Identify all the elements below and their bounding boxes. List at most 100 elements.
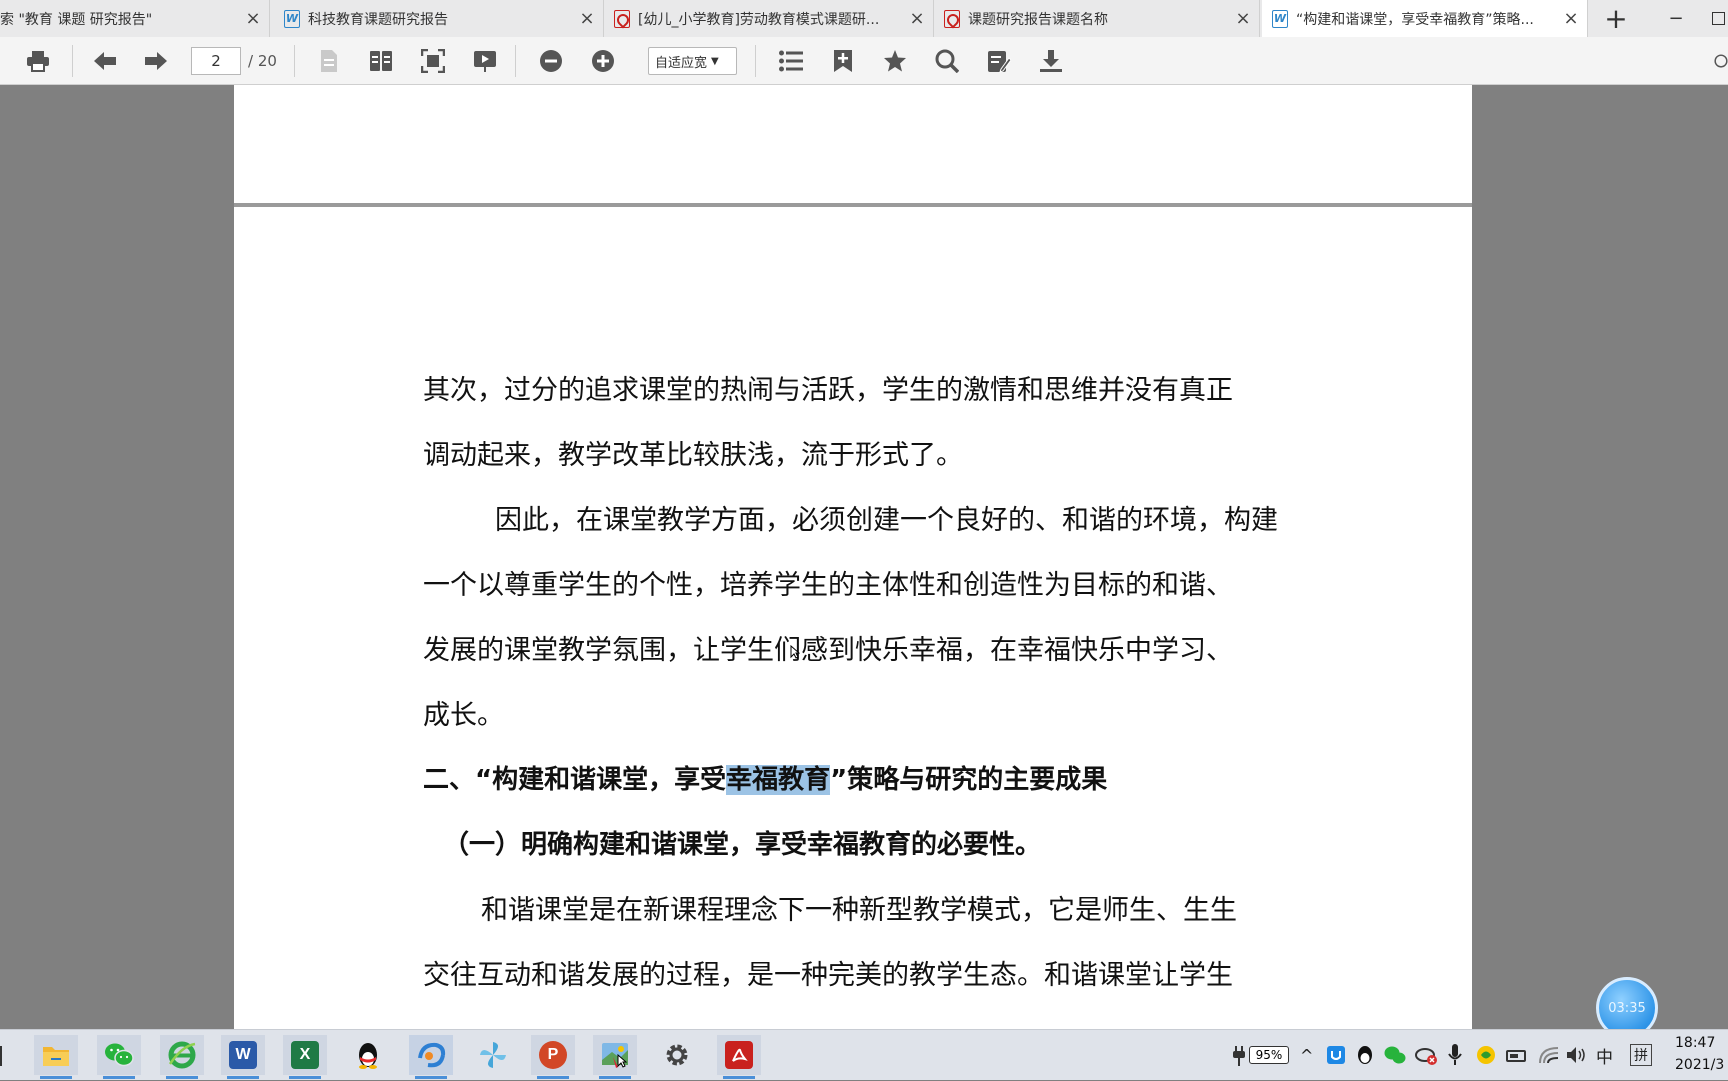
word-doc-icon: W [1272, 9, 1288, 28]
word-doc-icon: W [284, 9, 300, 28]
zoom-out-button[interactable] [535, 46, 567, 76]
taskbar-app-file-explorer[interactable] [34, 1035, 78, 1079]
new-tab-button[interactable]: + [1596, 0, 1636, 37]
bookmark-button[interactable] [879, 46, 911, 76]
print-button[interactable] [22, 46, 54, 76]
taskbar-app-powerpoint[interactable]: P [531, 1035, 575, 1079]
wifi-icon[interactable] [1538, 1046, 1560, 1064]
print-icon [27, 51, 49, 72]
page-number-input[interactable] [191, 47, 241, 75]
pdf-icon [944, 9, 960, 28]
heading-text: 二、“构建和谐课堂，享受 [423, 765, 727, 795]
microphone-icon[interactable] [1448, 1043, 1462, 1067]
maximize-button[interactable] [1708, 0, 1728, 37]
tab-document[interactable]: W 科技教育课题研究报告 × [274, 0, 604, 37]
volume-icon[interactable] [1566, 1046, 1588, 1064]
running-indicator [537, 1076, 569, 1079]
user-account-button[interactable] [1714, 46, 1728, 76]
text-line: 发展的课堂教学氛围，让学生们感到快乐幸福，在幸福快乐中学习、 [423, 635, 1233, 666]
battery-indicator[interactable]: 95% [1249, 1046, 1289, 1064]
annotate-button[interactable] [983, 46, 1015, 76]
text-line: 一个以尊重学生的个性，培养学生的主体性和创造性为目标的和谐、 [423, 570, 1233, 601]
taskbar-app-wechat[interactable] [97, 1035, 141, 1079]
folder-icon [43, 1047, 69, 1066]
security-shield-icon[interactable] [1326, 1045, 1346, 1065]
taskbar-app-pdf-reader[interactable] [717, 1035, 761, 1079]
text-line: 其次，过分的追求课堂的热闹与活跃，学生的激情和思维并没有真正 [423, 375, 1233, 406]
ime-mode-indicator[interactable]: 拼 [1630, 1044, 1652, 1066]
download-button[interactable] [1035, 46, 1067, 76]
tab-label: 索 "教育 课题 研究报告" [0, 11, 153, 28]
tab-label: [幼儿_小学教育]劳动教育模式课题研... [638, 11, 880, 28]
taskbar-app-paint[interactable] [593, 1035, 637, 1079]
powerpoint-icon: P [539, 1041, 567, 1069]
fit-page-icon [421, 49, 445, 73]
zoom-select-value: 自适应宽 [655, 55, 708, 71]
present-button[interactable] [469, 46, 501, 76]
tab-document[interactable]: 课题研究报告课题名称 × [934, 0, 1260, 37]
taskbar-app-settings[interactable] [655, 1035, 699, 1075]
ie-browser-icon [168, 1041, 196, 1069]
outline-button[interactable] [775, 46, 807, 76]
pinwheel-icon [480, 1042, 506, 1068]
download-icon [1040, 50, 1062, 72]
zoom-out-icon [540, 50, 562, 72]
taskbar-app-ie-browser[interactable] [160, 1035, 204, 1079]
close-icon[interactable]: × [909, 8, 925, 29]
close-icon[interactable]: × [1235, 8, 1251, 29]
tray-overflow-chevron-up-icon[interactable]: ^ [1300, 1030, 1313, 1081]
text-selection-highlight[interactable]: 幸福教育 [726, 765, 831, 795]
sync-app-icon[interactable] [1476, 1045, 1496, 1065]
document-viewport[interactable]: 其次，过分的追求课堂的热闹与活跃，学生的激情和思维并没有真正 调动起来，教学改革… [0, 85, 1728, 1029]
search-icon [935, 49, 959, 73]
zoom-in-button[interactable] [587, 46, 619, 76]
qq-penguin-icon [359, 1043, 377, 1069]
excel-icon: X [291, 1041, 319, 1069]
toolbar-divider [515, 45, 516, 77]
taskbar-app-excel[interactable]: X [283, 1035, 327, 1079]
running-indicator [103, 1076, 135, 1079]
prev-page-icon [94, 52, 116, 70]
outline-icon [779, 50, 803, 72]
add-bookmark-button[interactable] [827, 46, 859, 76]
text-line: 和谐课堂是在新课程理念下一种新型教学模式，它是师生、生生 [481, 895, 1237, 926]
zoom-select[interactable]: 自适应宽 ▼ [648, 47, 737, 75]
text-line: 因此，在课堂教学方面，必须创建一个良好的、和谐的环境，构建 [495, 505, 1278, 536]
tab-document[interactable]: [幼儿_小学教育]劳动教育模式课题研... × [604, 0, 934, 37]
fit-page-button[interactable] [417, 46, 449, 76]
power-plug-icon [1233, 1046, 1245, 1066]
network-disconnected-icon[interactable] [1414, 1045, 1438, 1065]
close-icon[interactable]: × [1563, 8, 1579, 29]
close-icon[interactable]: × [245, 8, 261, 29]
running-indicator [289, 1076, 321, 1079]
tab-label: “构建和谐课堂，享受幸福教育”策略... [1296, 11, 1534, 28]
present-icon [474, 51, 496, 72]
taskbar-app-qq[interactable] [346, 1035, 390, 1075]
single-page-button[interactable] [313, 46, 345, 76]
taskbar-app-active-browser[interactable] [409, 1035, 453, 1079]
tab-label: 科技教育课题研究报告 [308, 11, 448, 28]
running-indicator [227, 1076, 259, 1079]
next-page-button[interactable] [140, 46, 172, 76]
ime-language-indicator[interactable]: 中 [1596, 1030, 1613, 1081]
zoom-in-icon [592, 50, 614, 72]
taskbar-app-photos[interactable] [471, 1035, 515, 1075]
search-button[interactable] [931, 46, 963, 76]
taskbar-clock[interactable]: 18:47 2021/3 [1675, 1032, 1724, 1076]
prev-page-button[interactable] [89, 46, 121, 76]
minimize-button[interactable]: − [1656, 0, 1696, 37]
start-edge[interactable] [0, 1030, 4, 1081]
qq-tray-icon[interactable] [1356, 1044, 1374, 1066]
storage-icon[interactable] [1506, 1046, 1526, 1064]
tab-search[interactable]: 索 "教育 课题 研究报告" × [0, 0, 270, 37]
next-page-icon [145, 52, 167, 70]
pdf-icon [614, 9, 630, 28]
close-icon[interactable]: × [579, 8, 595, 29]
tab-label: 课题研究报告课题名称 [968, 11, 1108, 28]
running-indicator [40, 1076, 72, 1079]
taskbar-app-word[interactable]: W [221, 1035, 265, 1079]
paragraph: 因此，在课堂教学方面，必须创建一个良好的、和谐的环境，构建 一个以尊重学生的个性… [423, 488, 1289, 748]
tab-document-active[interactable]: W “构建和谐课堂，享受幸福教育”策略... × [1262, 0, 1588, 37]
two-page-button[interactable] [365, 46, 397, 76]
wechat-tray-icon[interactable] [1384, 1045, 1406, 1065]
